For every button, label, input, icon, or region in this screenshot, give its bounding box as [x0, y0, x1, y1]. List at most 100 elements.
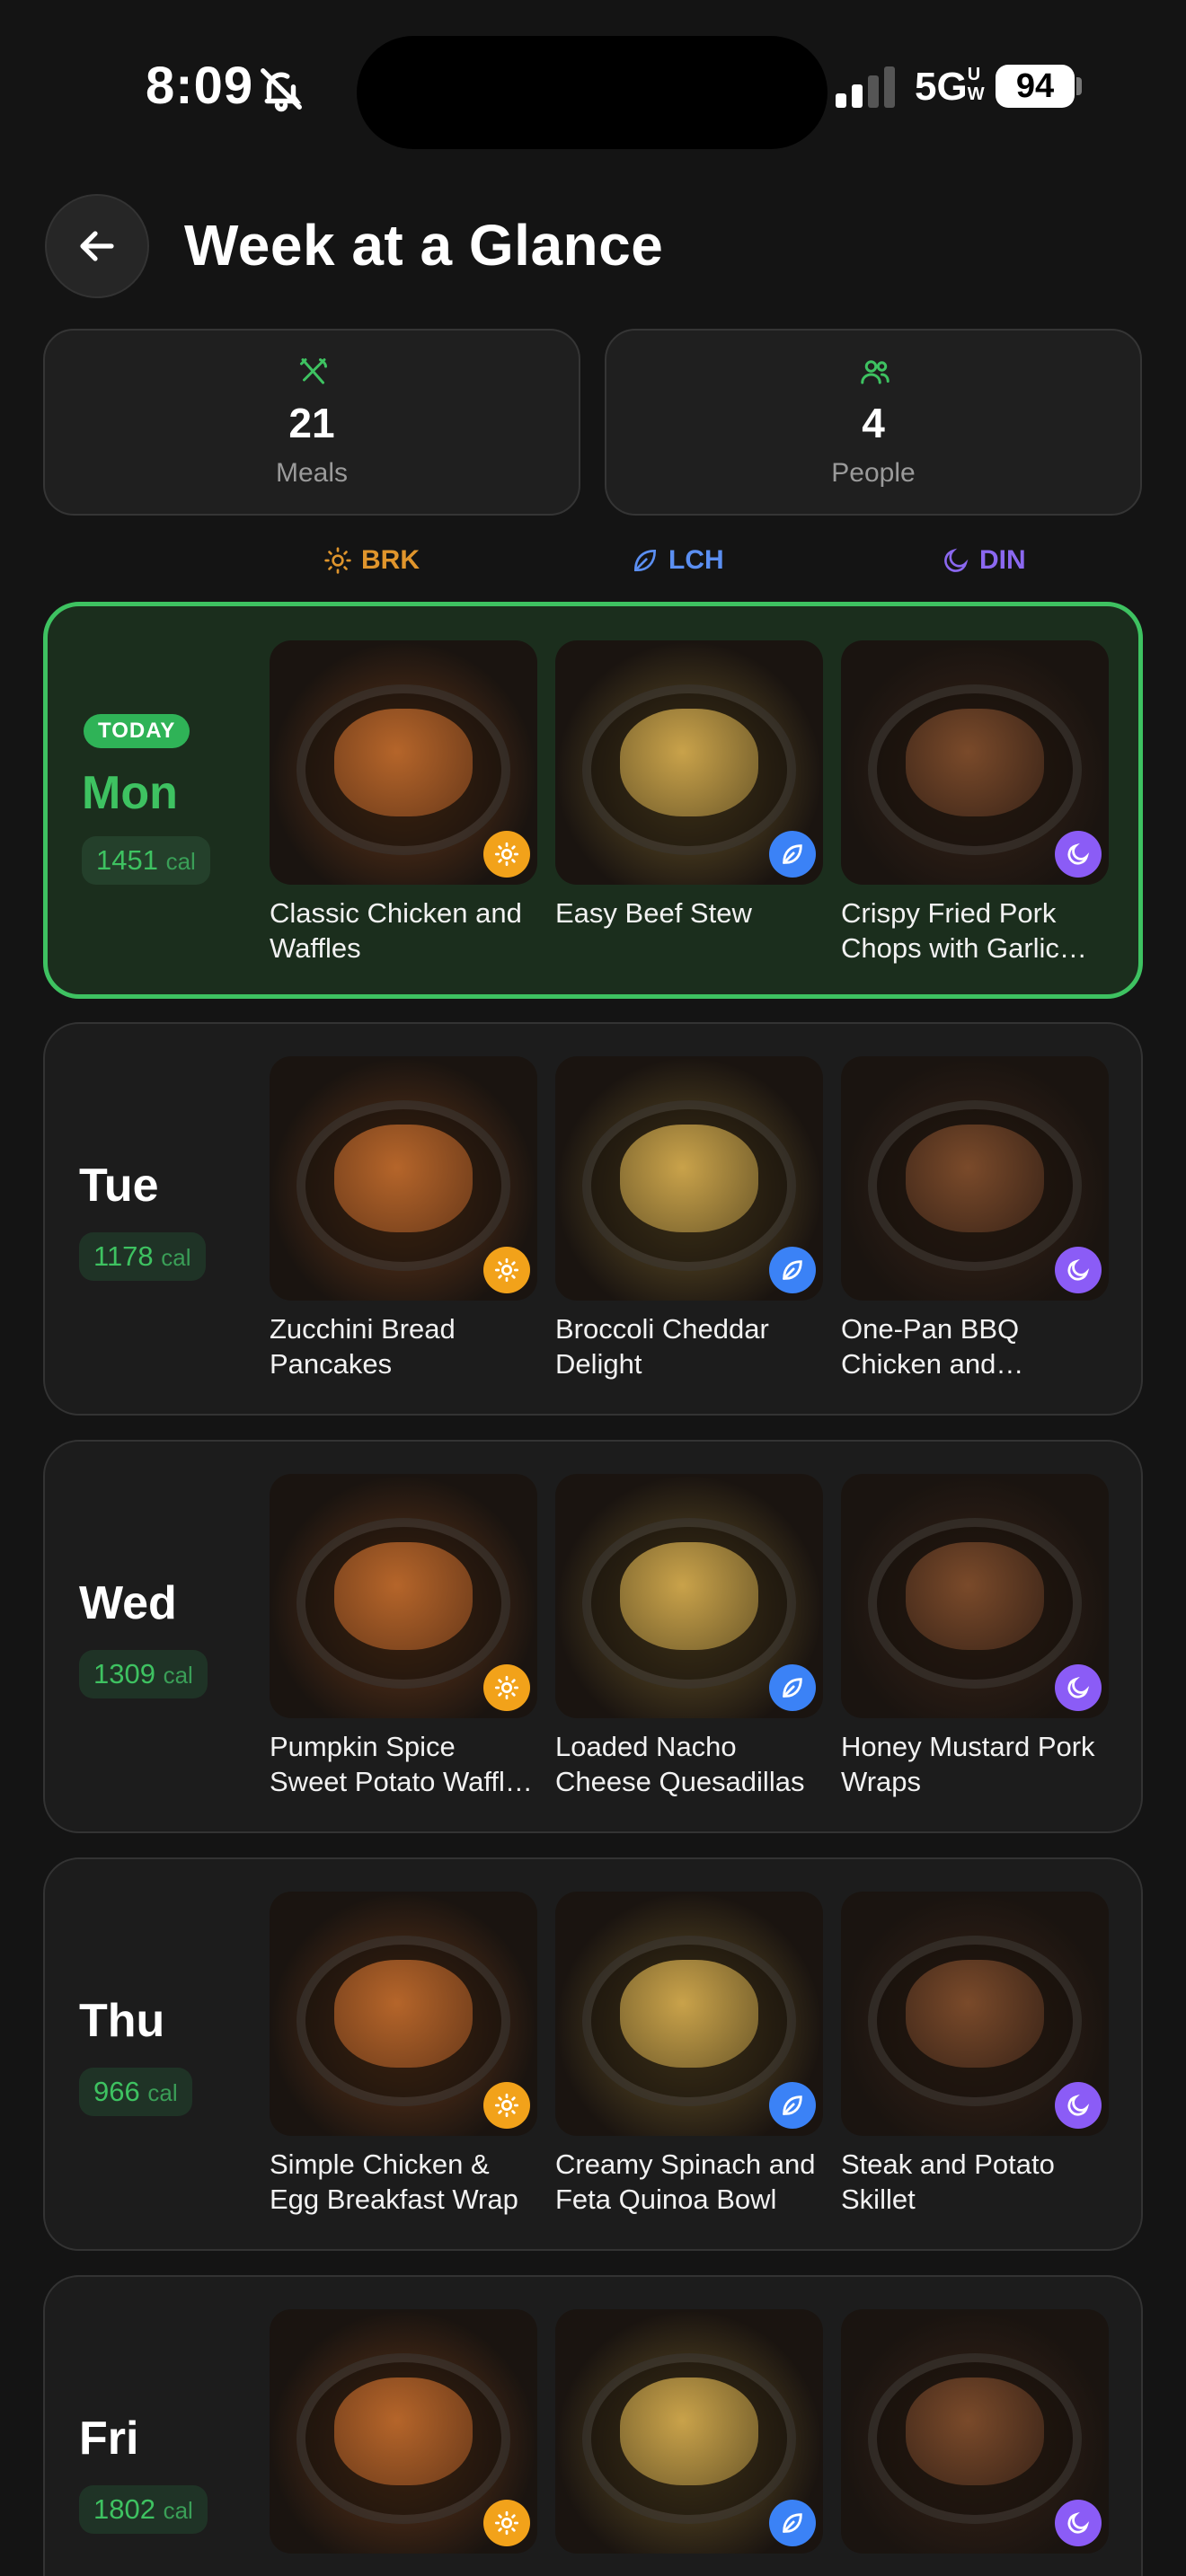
page-title: Week at a Glance: [184, 213, 664, 278]
meal-image[interactable]: [841, 1474, 1109, 1718]
meal-slot-badge: [483, 1247, 530, 1293]
status-time: 8:09: [146, 57, 254, 115]
meal-item-lch[interactable]: Creamy Spinach and Feta Quinoa Bowl: [555, 1892, 823, 2217]
meal-item-brk[interactable]: [270, 2309, 537, 2564]
meal-slot-badge: [1055, 1247, 1102, 1293]
moon-icon: [1067, 1676, 1090, 1698]
meal-item-brk[interactable]: Simple Chicken & Egg Breakfast Wrap: [270, 1892, 537, 2217]
food-shape: [905, 1125, 1045, 1232]
people-icon: [861, 360, 890, 384]
meal-title: Simple Chicken & Egg Breakfast Wrap: [270, 2148, 518, 2215]
meal-item-lch[interactable]: Loaded Nacho Cheese Quesadillas: [555, 1474, 823, 1799]
meal-item-din[interactable]: Steak and Potato Skillet: [841, 1892, 1109, 2217]
moon-icon: [1067, 2511, 1090, 2534]
meal-image[interactable]: [555, 1892, 823, 2136]
meal-image[interactable]: [555, 1474, 823, 1718]
legend-lunch: LCH: [631, 543, 724, 578]
calorie-pill: 1309 cal: [79, 1650, 208, 1698]
day-card-wed[interactable]: Wed 1309 cal Pumpkin Spice Sweet Potato Wa…: [43, 1440, 1143, 1833]
meal-slot-badge: [769, 831, 816, 878]
battery-level: 94: [996, 65, 1075, 108]
day-name: Tue: [79, 1160, 159, 1212]
food-shape: [619, 1960, 759, 2068]
meal-title: Classic Chicken and Waffles: [270, 897, 522, 964]
food-shape: [905, 709, 1045, 816]
meal-item-lch[interactable]: Broccoli Cheddar Delight: [555, 1056, 823, 1381]
network-sup: UW: [967, 65, 985, 104]
meal-image[interactable]: [841, 640, 1109, 885]
food-shape: [905, 2378, 1045, 2485]
food-shape: [333, 2378, 474, 2485]
leaf-icon: [633, 549, 657, 571]
meal-title: Broccoli Cheddar Delight: [555, 1313, 769, 1380]
meal-title: Creamy Spinach and Feta Quinoa Bowl: [555, 2148, 816, 2215]
meal-item-lch[interactable]: [555, 2309, 823, 2564]
day-name: Thu: [79, 1995, 165, 2047]
moon-icon: [1067, 2094, 1090, 2116]
today-badge: TODAY: [84, 714, 190, 748]
status-bar: 8:09 5GUW 94: [0, 0, 1186, 171]
meal-slot-badge: [769, 1664, 816, 1711]
day-card-fri[interactable]: Fri 1802 cal: [43, 2275, 1143, 2576]
legend-breakfast-label: BRK: [361, 545, 420, 575]
sun-icon: [494, 2510, 519, 2536]
meal-item-din[interactable]: [841, 2309, 1109, 2564]
people-stat-card: 4 People: [605, 329, 1142, 516]
leaf-icon: [783, 1678, 802, 1698]
moon-icon: [944, 548, 969, 572]
day-card-thu[interactable]: Thu 966 cal Simple Chicken & Egg Breakfast…: [43, 1857, 1143, 2251]
network-type: 5G: [915, 65, 968, 109]
meal-item-din[interactable]: Honey Mustard Pork Wraps: [841, 1474, 1109, 1799]
calorie-pill: 1451 cal: [82, 836, 210, 885]
meal-item-lch[interactable]: Easy Beef Stew: [555, 640, 823, 931]
legend-breakfast: BRK: [323, 543, 420, 578]
leaf-icon: [783, 1260, 802, 1280]
day-card-mon[interactable]: TODAY Mon 1451 cal Classic Chicken and Waff…: [43, 602, 1143, 999]
meal-title: Honey Mustard Pork Wraps: [841, 1731, 1095, 1797]
utensils-icon: [300, 358, 327, 384]
leaf-icon: [783, 2513, 802, 2533]
sun-icon: [494, 1675, 519, 1700]
meal-image[interactable]: [555, 2309, 823, 2554]
meal-image[interactable]: [841, 1892, 1109, 2136]
meal-slot-badge: [1055, 2500, 1102, 2546]
meal-item-din[interactable]: One-Pan BBQ Chicken and Sweet…: [841, 1056, 1109, 1381]
leaf-icon: [783, 2095, 802, 2115]
meal-image[interactable]: [555, 1056, 823, 1301]
calorie-pill: 966 cal: [79, 2068, 192, 2116]
meal-image[interactable]: [841, 1056, 1109, 1301]
meal-slot-badge: [483, 831, 530, 878]
meal-image[interactable]: [270, 1474, 537, 1718]
signal-icon: [836, 66, 895, 108]
meal-item-brk[interactable]: Pumpkin Spice Sweet Potato Waffl…: [270, 1474, 537, 1799]
people-label: People: [831, 458, 916, 488]
day-name: Fri: [79, 2413, 139, 2465]
meal-title: Zucchini Bread Pancakes: [270, 1313, 456, 1380]
day-card-tue[interactable]: Tue 1178 cal Zucchini Bread Pancakes Brocco…: [43, 1022, 1143, 1416]
meal-image[interactable]: [555, 640, 823, 885]
food-shape: [905, 1960, 1045, 2068]
people-count: 4: [862, 400, 885, 446]
legend-lunch-label: LCH: [668, 545, 724, 575]
meal-slot-badge: [769, 1247, 816, 1293]
meal-image[interactable]: [270, 1056, 537, 1301]
food-shape: [333, 1125, 474, 1232]
meal-slot-badge: [1055, 1664, 1102, 1711]
calorie-unit: cal: [147, 2079, 178, 2106]
calorie-pill: 1178 cal: [79, 1232, 206, 1281]
meal-item-brk[interactable]: Zucchini Bread Pancakes: [270, 1056, 537, 1381]
legend-dinner: DIN: [942, 543, 1026, 578]
meal-image[interactable]: [841, 2309, 1109, 2554]
back-button[interactable]: [45, 194, 149, 298]
meal-image[interactable]: [270, 1892, 537, 2136]
calorie-value: 966: [93, 2076, 140, 2107]
calorie-value: 1309: [93, 1658, 155, 1689]
food-shape: [619, 709, 759, 816]
meal-image[interactable]: [270, 2309, 537, 2554]
network-label: 5GUW: [915, 65, 987, 110]
meal-image[interactable]: [270, 640, 537, 885]
meal-item-brk[interactable]: Classic Chicken and Waffles: [270, 640, 537, 966]
meal-item-din[interactable]: Crispy Fried Pork Chops with Garlic…: [841, 640, 1109, 966]
meal-slot-badge: [483, 1664, 530, 1711]
sun-icon: [494, 2093, 519, 2118]
